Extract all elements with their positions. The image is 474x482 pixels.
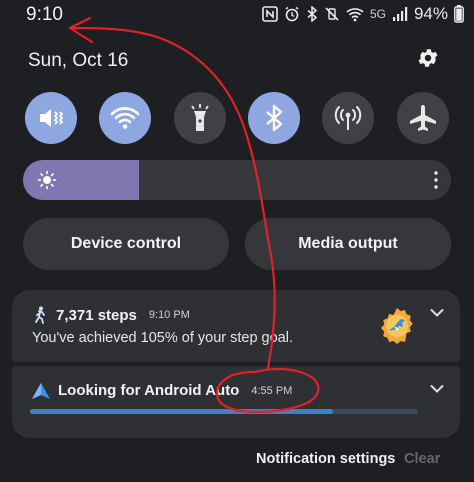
nfc-icon (262, 6, 278, 22)
status-time: 9:10 (26, 4, 63, 25)
progress-fill (30, 409, 333, 414)
battery-level: 94% (413, 4, 448, 23)
android-auto-notification[interactable]: Looking for Android Auto 4:55 PM (12, 366, 460, 438)
date-label: Sun, Oct 16 (28, 50, 129, 71)
connection-progress-bar (30, 409, 418, 414)
notification-time: 9:10 PM (148, 309, 190, 321)
sound-mode-toggle[interactable] (25, 92, 77, 144)
brightness-sun-icon (37, 170, 57, 190)
notification-header: Looking for Android Auto 4:55 PM (32, 382, 292, 399)
wifi-status-icon (346, 6, 364, 22)
alarm-icon (284, 6, 300, 22)
notification-settings-button[interactable]: Notification settings (256, 451, 395, 467)
brightness-slider[interactable] (23, 160, 451, 200)
annotation-arrowhead (68, 16, 94, 44)
notification-title: 7,371 steps (56, 306, 137, 324)
gear-icon[interactable] (416, 46, 440, 70)
battery-icon (454, 5, 464, 23)
signal-icon (392, 6, 408, 22)
mobile-hotspot-toggle[interactable] (322, 92, 374, 144)
clear-button[interactable]: Clear (404, 451, 440, 467)
status-icons: 5G 94% (262, 4, 464, 24)
wifi-icon (110, 107, 140, 129)
mobile-hotspot-icon (334, 106, 362, 130)
mute-vibrate-icon (40, 109, 64, 127)
wifi-toggle[interactable] (99, 92, 151, 144)
notification-title: Looking for Android Auto (58, 382, 240, 399)
bluetooth-icon (266, 104, 283, 132)
device-control-button[interactable]: Device control (23, 218, 229, 270)
vibrate-mute-status-icon (324, 6, 340, 22)
bluetooth-toggle[interactable] (248, 92, 300, 144)
flashlight-icon (191, 104, 209, 131)
chevron-down-icon[interactable] (430, 384, 444, 394)
more-options-icon[interactable] (433, 170, 439, 190)
flashlight-toggle[interactable] (174, 92, 226, 144)
media-output-button[interactable]: Media output (245, 218, 451, 270)
airplane-mode-toggle[interactable] (397, 92, 449, 144)
notification-body: You've achieved 105% of your step goal. (32, 330, 293, 346)
airplane-mode-icon (410, 105, 436, 131)
notification-header: 7,371 steps 9:10 PM (32, 306, 190, 324)
network-type: 5G (369, 7, 386, 21)
android-auto-icon (32, 382, 50, 399)
bluetooth-status-icon (306, 6, 318, 22)
chevron-down-icon[interactable] (430, 308, 444, 318)
steps-notification[interactable]: 7,371 steps 9:10 PM You've achieved 105%… (12, 290, 460, 362)
walking-person-icon (35, 306, 45, 324)
notification-time: 4:55 PM (251, 384, 293, 397)
trophy-badge-icon (381, 308, 413, 344)
